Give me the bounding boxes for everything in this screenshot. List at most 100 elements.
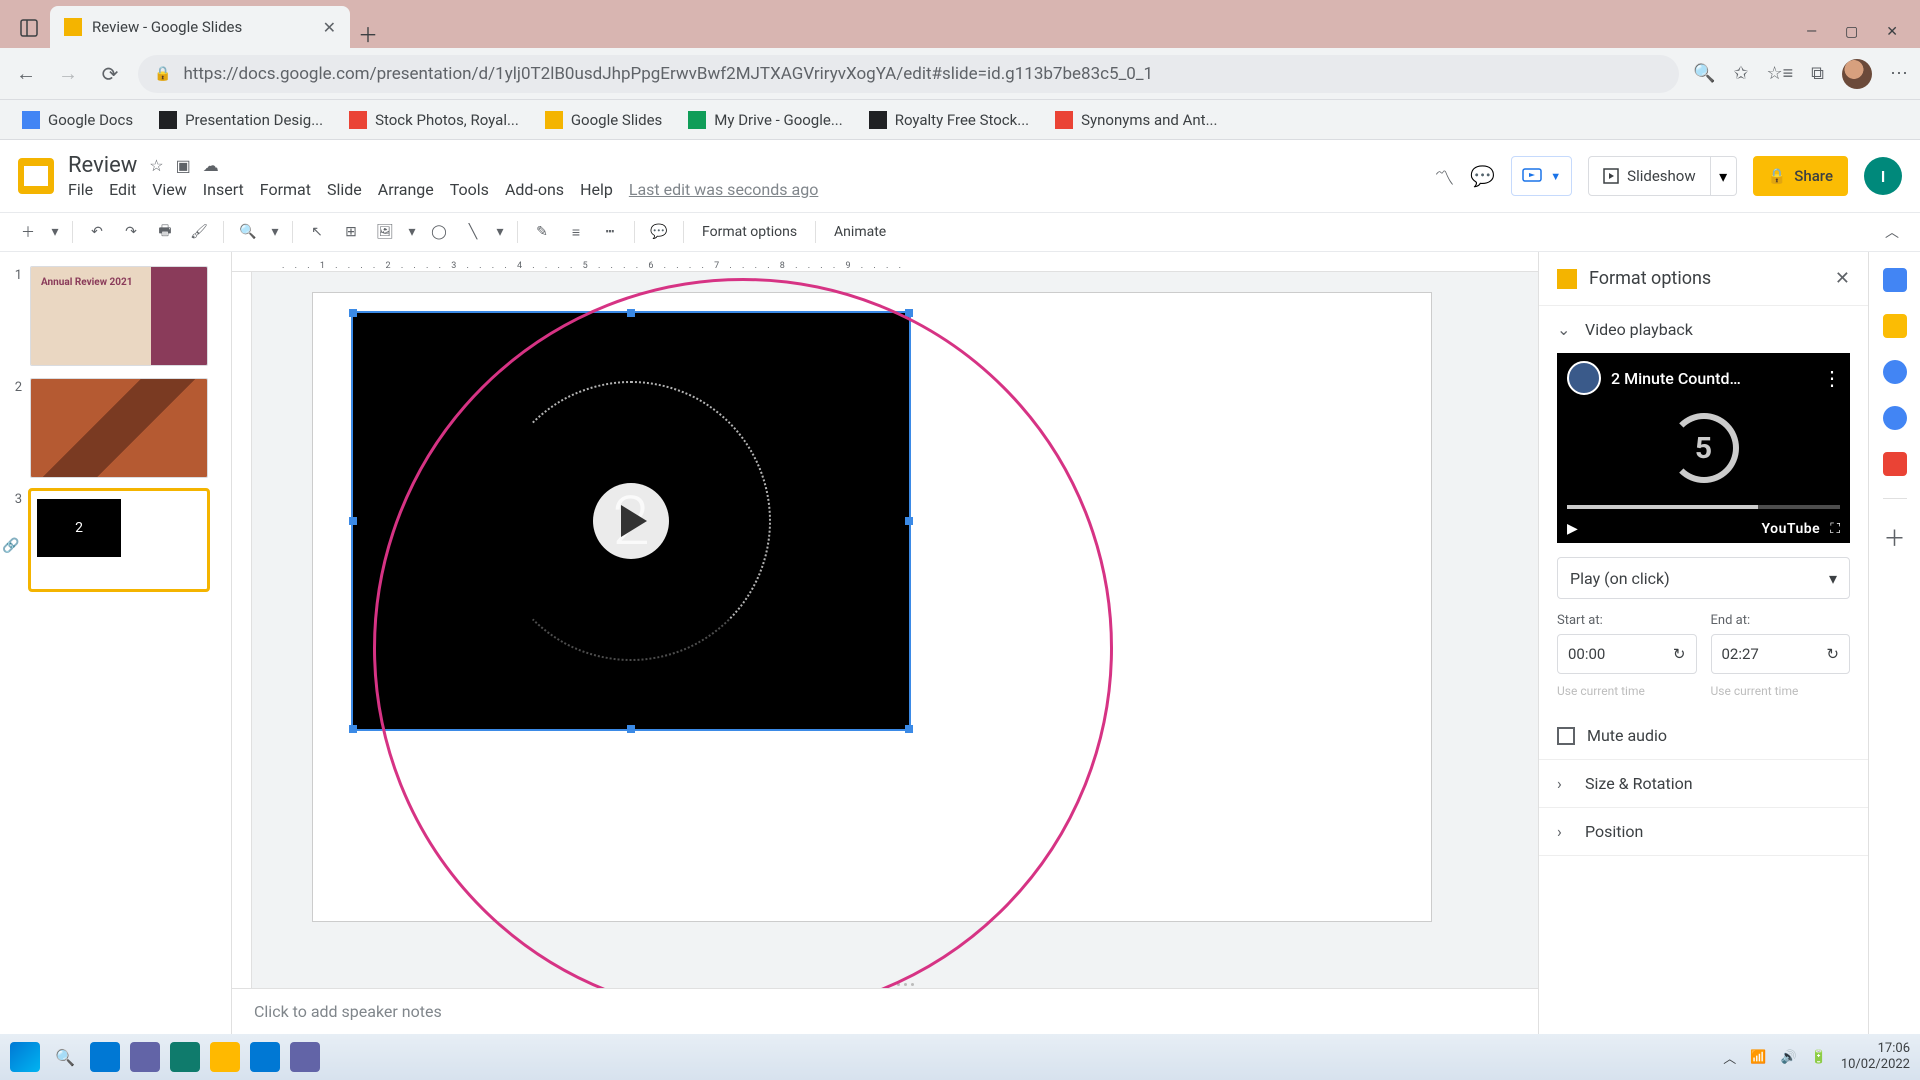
- border-dash-button[interactable]: ┅: [596, 218, 624, 246]
- share-button[interactable]: 🔒 Share: [1753, 156, 1848, 196]
- favorites-icon[interactable]: ☆≡: [1767, 63, 1794, 84]
- yt-fullscreen-icon[interactable]: ⛶: [1830, 521, 1840, 537]
- notes-resize-handle[interactable]: [885, 983, 925, 989]
- menu-slide[interactable]: Slide: [327, 180, 362, 199]
- select-tool[interactable]: ↖: [303, 218, 331, 246]
- account-avatar[interactable]: I: [1864, 157, 1902, 195]
- calendar-icon[interactable]: [1883, 268, 1907, 292]
- menu-file[interactable]: File: [68, 180, 93, 199]
- browser-menu-icon[interactable]: ⋯: [1890, 63, 1908, 84]
- comment-button[interactable]: 💬: [645, 218, 673, 246]
- menu-edit[interactable]: Edit: [109, 180, 136, 199]
- bookmark-royalty-free[interactable]: Royalty Free Stock...: [869, 111, 1029, 129]
- teams-icon[interactable]: [290, 1042, 320, 1072]
- play-video-icon[interactable]: [593, 483, 669, 559]
- minimize-icon[interactable]: —: [1806, 24, 1817, 40]
- textbox-tool[interactable]: ⊞: [337, 218, 365, 246]
- address-bar[interactable]: 🔒 https://docs.google.com/presentation/d…: [138, 55, 1679, 93]
- back-icon[interactable]: ←: [12, 60, 40, 88]
- line-dropdown[interactable]: ▾: [493, 218, 507, 246]
- wifi-icon[interactable]: 📶: [1750, 1050, 1766, 1065]
- star-icon[interactable]: ☆: [149, 156, 163, 175]
- battery-icon[interactable]: 🔋: [1811, 1050, 1827, 1065]
- close-window-icon[interactable]: ✕: [1886, 24, 1898, 40]
- reset-end-icon[interactable]: ↻: [1826, 645, 1839, 663]
- activity-icon[interactable]: 〽: [1434, 162, 1454, 191]
- slideshow-dropdown[interactable]: ▾: [1711, 156, 1737, 196]
- end-at-input[interactable]: 02:27 ↻: [1711, 634, 1851, 674]
- menu-arrange[interactable]: Arrange: [378, 180, 434, 199]
- bookmark-stock-photos[interactable]: Stock Photos, Royal...: [349, 111, 519, 129]
- document-title[interactable]: Review: [68, 153, 137, 178]
- collections-icon[interactable]: ⧉: [1811, 63, 1824, 84]
- resize-handle[interactable]: [905, 725, 913, 733]
- volume-icon[interactable]: 🔊: [1780, 1050, 1796, 1065]
- slide-canvas[interactable]: 2: [312, 292, 1432, 922]
- use-current-time-start[interactable]: Use current time: [1557, 684, 1697, 698]
- add-addon-icon[interactable]: ＋: [1883, 521, 1905, 553]
- close-sidebar-icon[interactable]: ✕: [1835, 268, 1850, 289]
- start-button[interactable]: [10, 1042, 40, 1072]
- filmstrip-slide-1[interactable]: 1 Annual Review 2021: [0, 260, 231, 372]
- bookmark-my-drive[interactable]: My Drive - Google...: [688, 111, 842, 129]
- resize-handle[interactable]: [627, 309, 635, 317]
- chat-icon[interactable]: [130, 1042, 160, 1072]
- yt-progress-bar[interactable]: [1567, 505, 1840, 509]
- tab-sidebar-toggle[interactable]: [8, 8, 50, 48]
- shape-tool[interactable]: ◯: [425, 218, 453, 246]
- filmstrip-slide-3[interactable]: 3 🔗 2: [0, 484, 231, 596]
- slides-logo-icon[interactable]: [18, 158, 54, 194]
- tray-chevron-icon[interactable]: ︿: [1723, 1048, 1736, 1067]
- image-tool[interactable]: 🖼: [371, 218, 399, 246]
- taskbar-search-icon[interactable]: 🔍: [50, 1042, 80, 1072]
- menu-tools[interactable]: Tools: [450, 180, 489, 199]
- resize-handle[interactable]: [349, 517, 357, 525]
- zoom-button[interactable]: 🔍: [234, 218, 262, 246]
- bookmark-google-slides[interactable]: Google Slides: [545, 111, 662, 129]
- youtube-preview[interactable]: 2 Minute Countd… ⋮ 5 ▶ YouTube ⛶: [1557, 353, 1850, 543]
- keep-icon[interactable]: [1883, 314, 1907, 338]
- canvas-scroll[interactable]: 2: [232, 272, 1538, 988]
- yt-more-icon[interactable]: ⋮: [1822, 366, 1842, 390]
- maximize-icon[interactable]: ▢: [1845, 24, 1858, 40]
- paint-format-button[interactable]: 🖌: [185, 218, 213, 246]
- menu-help[interactable]: Help: [580, 180, 613, 199]
- use-current-time-end[interactable]: Use current time: [1711, 684, 1851, 698]
- print-button[interactable]: 🖶: [151, 218, 179, 246]
- reset-start-icon[interactable]: ↻: [1673, 645, 1686, 663]
- speaker-notes[interactable]: Click to add speaker notes: [232, 988, 1538, 1034]
- outlook-icon[interactable]: [250, 1042, 280, 1072]
- reload-icon[interactable]: ⟳: [96, 60, 124, 88]
- video-object-selected[interactable]: 2: [353, 313, 909, 729]
- resize-handle[interactable]: [349, 725, 357, 733]
- mute-audio-checkbox[interactable]: [1557, 727, 1575, 745]
- zoom-dropdown[interactable]: ▾: [268, 218, 282, 246]
- forward-icon[interactable]: →: [54, 60, 82, 88]
- maps-icon[interactable]: [1883, 452, 1907, 476]
- contacts-icon[interactable]: [1883, 406, 1907, 430]
- new-slide-dropdown[interactable]: ▾: [48, 218, 62, 246]
- resize-handle[interactable]: [905, 309, 913, 317]
- menu-format[interactable]: Format: [260, 180, 311, 199]
- task-view-icon[interactable]: [90, 1042, 120, 1072]
- yt-play-icon[interactable]: ▶: [1567, 521, 1578, 537]
- undo-button[interactable]: ↶: [83, 218, 111, 246]
- resize-handle[interactable]: [627, 725, 635, 733]
- bookmark-synonyms[interactable]: Synonyms and Ant...: [1055, 111, 1217, 129]
- move-icon[interactable]: ▣: [176, 156, 191, 175]
- start-at-input[interactable]: 00:00 ↻: [1557, 634, 1697, 674]
- menu-insert[interactable]: Insert: [203, 180, 244, 199]
- border-weight-button[interactable]: ≡: [562, 218, 590, 246]
- bookmark-presentation-design[interactable]: Presentation Desig...: [159, 111, 323, 129]
- line-tool[interactable]: ╲: [459, 218, 487, 246]
- format-options-button[interactable]: Format options: [694, 224, 805, 240]
- edge-icon[interactable]: [170, 1042, 200, 1072]
- menu-addons[interactable]: Add-ons: [505, 180, 564, 199]
- last-edit-link[interactable]: Last edit was seconds ago: [629, 180, 818, 199]
- section-size-rotation[interactable]: › Size & Rotation: [1557, 774, 1850, 793]
- tasks-icon[interactable]: [1883, 360, 1907, 384]
- bookmark-star-icon[interactable]: ✩: [1733, 63, 1748, 84]
- taskbar-clock[interactable]: 17:06 10/02/2022: [1841, 1041, 1910, 1072]
- comments-icon[interactable]: 💬: [1470, 164, 1495, 188]
- resize-handle[interactable]: [349, 309, 357, 317]
